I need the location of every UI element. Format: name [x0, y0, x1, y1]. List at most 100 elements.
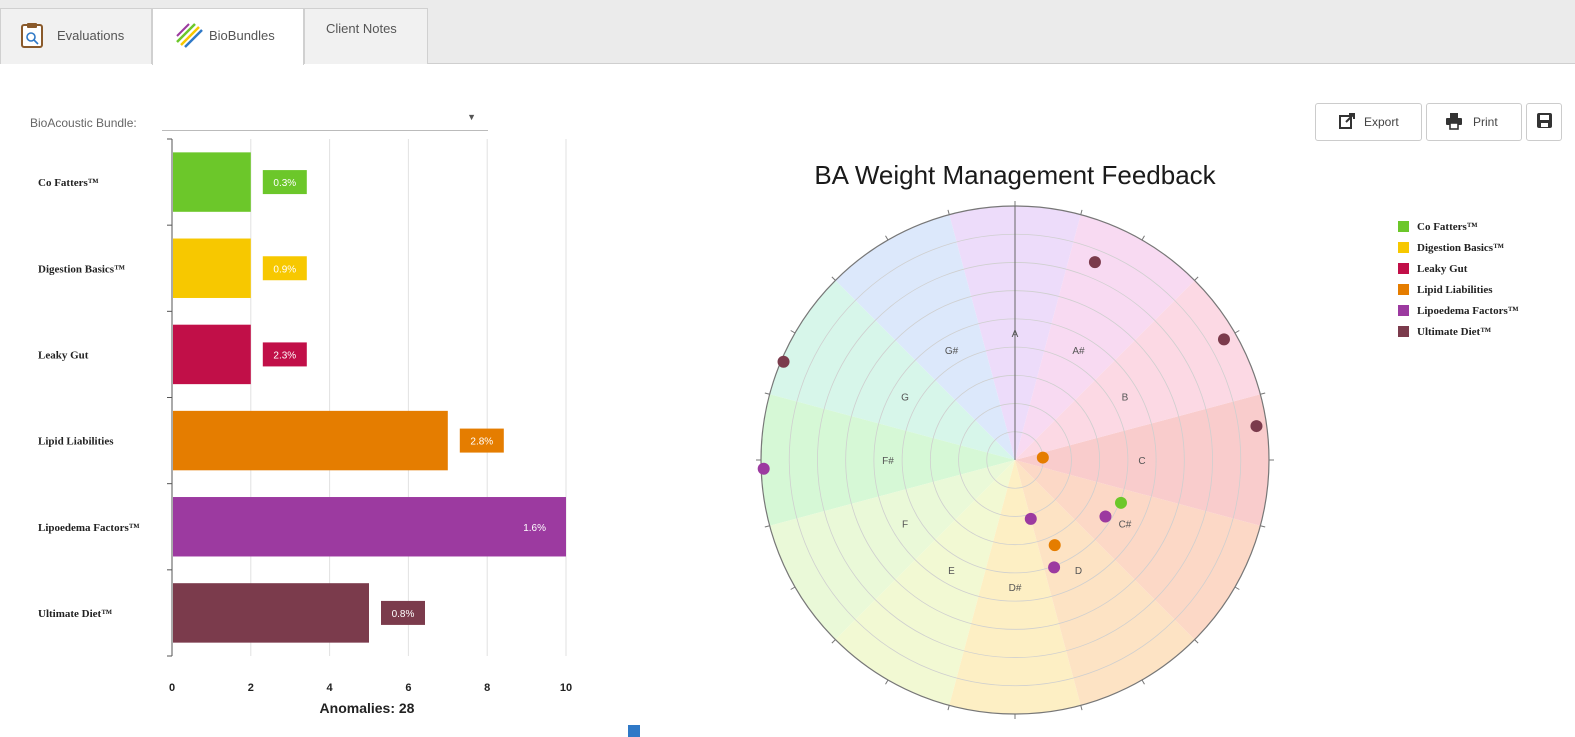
polar-tick: [885, 235, 889, 241]
polar-chart-legend: Co Fatters™ Digestion Basics™ Leaky Gut Lip…: [1398, 216, 1519, 342]
polar-sector-label: B: [1122, 393, 1129, 404]
print-button[interactable]: Print: [1426, 103, 1522, 141]
legend-item: Lipoedema Factors™: [1398, 300, 1519, 321]
polar-tick: [790, 586, 796, 590]
legend-label: Ultimate Diet™: [1417, 325, 1492, 338]
polar-sector-label: C#: [1119, 520, 1132, 531]
bar-data-label: 2.3%: [273, 350, 296, 361]
bar-data-label: 0.3%: [273, 178, 296, 189]
polar-sector-label: A#: [1072, 346, 1085, 357]
polar-point: [777, 355, 790, 368]
tab-evaluations[interactable]: Evaluations: [0, 8, 152, 64]
bar-category-label: Ultimate Diet™: [38, 608, 112, 620]
bar: [173, 497, 566, 557]
tab-bar: Evaluations BioBundles Client Notes: [0, 0, 1575, 65]
legend-item: Digestion Basics™: [1398, 237, 1519, 258]
polar-point: [1048, 539, 1061, 552]
polar-tick: [1141, 235, 1145, 241]
bar-x-tick-label: 10: [560, 682, 572, 694]
chevron-down-icon: ▼: [467, 112, 476, 122]
tab-evaluations-label: Evaluations: [57, 28, 125, 43]
legend-label: Digestion Basics™: [1417, 241, 1505, 254]
polar-tick: [947, 705, 950, 711]
tab-client-notes-label: Client Notes: [326, 21, 397, 36]
tab-client-notes[interactable]: Client Notes: [304, 8, 428, 64]
clipboard-icon: [19, 22, 45, 51]
bar-chart-bars: [173, 152, 566, 643]
polar-tick: [1194, 639, 1199, 644]
polar-sector-label: E: [948, 566, 955, 577]
polar-tick: [1194, 276, 1199, 281]
bar-x-tick-label: 6: [405, 682, 411, 694]
polar-sector-label: F: [902, 520, 908, 531]
polar-tick: [764, 525, 770, 528]
polar-point: [1088, 256, 1101, 269]
tab-biobundles-label: BioBundles: [209, 28, 275, 43]
bar-x-tick-label: 0: [169, 682, 175, 694]
polar-point: [1114, 496, 1127, 509]
bar-data-label: 2.8%: [470, 437, 493, 448]
polar-point: [1048, 561, 1061, 574]
polar-point: [1217, 333, 1230, 346]
save-button[interactable]: [1526, 103, 1562, 141]
legend-label: Leaky Gut: [1417, 262, 1468, 275]
legend-label: Lipoedema Factors™: [1417, 304, 1519, 317]
bar-data-label: 0.8%: [392, 609, 415, 620]
polar-point: [1036, 451, 1049, 464]
polar-tick: [885, 679, 889, 685]
bar-data-label: 0.9%: [273, 264, 296, 275]
legend-swatch: [1398, 305, 1409, 316]
polar-tick: [1141, 679, 1145, 685]
biobundle-icon: [175, 22, 203, 51]
bar-x-axis-label: Anomalies: 28: [320, 700, 415, 716]
export-icon: [1338, 112, 1356, 133]
legend-swatch: [1398, 284, 1409, 295]
polar-point: [1250, 420, 1263, 433]
legend-swatch: [1398, 263, 1409, 274]
bar: [173, 410, 448, 471]
polar-tick: [831, 276, 836, 281]
tab-biobundles[interactable]: BioBundles: [152, 8, 304, 65]
polar-tick: [790, 330, 796, 334]
legend-item: Ultimate Diet™: [1398, 321, 1519, 342]
bar-x-tick-label: 8: [484, 682, 490, 694]
bar-x-tick-label: 4: [327, 682, 334, 694]
bundle-select[interactable]: ▼: [162, 108, 488, 131]
bar: [173, 238, 251, 298]
polar-tick: [1260, 525, 1266, 528]
bar-category-label: Lipoedema Factors™: [38, 522, 140, 534]
export-button[interactable]: Export: [1315, 103, 1422, 141]
legend-item: Lipid Liabilities: [1398, 279, 1519, 300]
polar-tick: [1260, 392, 1266, 395]
bar-chart-data-labels: 0.3% 0.9% 2.3% 2.8% 1.6% 0.8%: [262, 170, 546, 625]
bar-x-tick-label: 2: [248, 682, 254, 694]
polar-sector-label: G#: [945, 346, 959, 357]
polar-sector-label: C: [1138, 456, 1145, 467]
polar-sector-label: D: [1075, 566, 1082, 577]
polar-tick: [1234, 330, 1240, 334]
bar-chart-x-axis: 0 2 4 6 8 10 Anomalies: 28: [169, 682, 572, 716]
bar: [173, 583, 369, 643]
bar-category-label: Leaky Gut: [38, 349, 89, 361]
bar-chart-category-labels: Co Fatters™ Digestion Basics™ Leaky Gut Lip…: [38, 177, 140, 620]
printer-icon: [1445, 112, 1463, 133]
polar-sector-label: A: [1012, 329, 1019, 340]
polar-tick: [947, 209, 950, 215]
polar-tick: [831, 639, 836, 644]
legend-item: Co Fatters™: [1398, 216, 1519, 237]
legend-label: Lipid Liabilities: [1417, 283, 1493, 296]
bar-category-label: Digestion Basics™: [38, 263, 125, 275]
legend-label: Co Fatters™: [1417, 220, 1478, 233]
legend-swatch: [1398, 326, 1409, 337]
polar-chart-title: BA Weight Management Feedback: [814, 160, 1216, 190]
polar-tick: [1080, 209, 1083, 215]
scroll-indicator: [628, 725, 640, 737]
polar-point: [757, 462, 770, 475]
bar-category-label: Lipid Liabilities: [38, 436, 114, 448]
legend-swatch: [1398, 242, 1409, 253]
polar-point: [1099, 510, 1112, 523]
legend-swatch: [1398, 221, 1409, 232]
bar: [173, 152, 251, 212]
anomalies-bar-chart: Co Fatters™ Digestion Basics™ Leaky Gut Lip…: [38, 138, 572, 716]
bundle-selector-label: BioAcoustic Bundle:: [30, 116, 137, 130]
